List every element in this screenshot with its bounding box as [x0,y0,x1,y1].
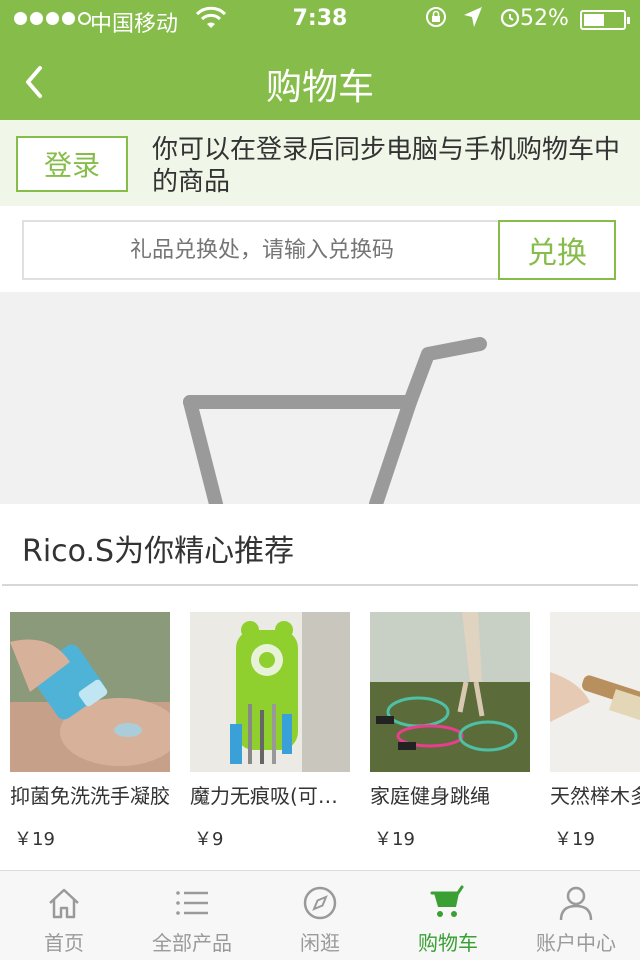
tab-label: 闲逛 [300,931,340,955]
product-price: ￥19 [554,829,595,850]
list-icon [176,891,208,915]
product-price: ￥19 [374,829,415,850]
product-image [370,612,530,772]
product-price: ￥19 [14,829,55,850]
login-button[interactable]: 登录 [16,136,128,192]
shopping-cart-icon [183,337,487,504]
redeem-code-input[interactable] [22,220,500,280]
status-bar: 中国移动 7:38 52% [0,0,640,40]
divider [2,584,638,586]
rotation-lock-icon [424,5,448,35]
alarm-icon [498,5,522,35]
product-card[interactable]: 天然榉木多用刷 ￥19 [550,612,640,852]
location-icon [462,5,484,35]
cart-icon [430,885,464,917]
tab-account[interactable]: 账户中心 [512,871,640,960]
battery-icon [580,10,630,30]
tab-browse[interactable]: 闲逛 [256,871,384,960]
product-card[interactable]: 家庭健身跳绳 ￥19 [370,612,530,852]
product-price: ￥9 [194,829,224,850]
battery-percent: 52% [520,6,569,31]
product-card[interactable]: 抑菌免洗洗手凝胶 ￥19 [10,612,170,852]
product-image [550,612,640,772]
redeem-bar: 兑换 [0,206,640,292]
tab-label: 全部产品 [152,931,232,955]
tab-home[interactable]: 首页 [0,871,128,960]
redeem-button[interactable]: 兑换 [498,220,616,280]
product-name: 魔力无痕吸(可挂挂钩) [190,784,350,808]
tab-cart[interactable]: 购物车 [384,871,512,960]
tab-label: 首页 [44,931,84,955]
login-banner: 登录 你可以在登录后同步电脑与手机购物车中的商品 [0,120,640,206]
product-card[interactable]: 魔力无痕吸(可挂挂钩) ￥9 [190,612,350,852]
tab-all-products[interactable]: 全部产品 [128,871,256,960]
tab-label: 账户中心 [536,931,616,955]
product-image [10,612,170,772]
product-name: 抑菌免洗洗手凝胶 [10,784,170,808]
page-title: 购物车 [265,67,374,108]
product-name: 家庭健身跳绳 [370,784,490,808]
home-icon [49,888,79,919]
product-name: 天然榉木多用刷 [550,784,640,808]
tab-bar: 首页 全部产品 闲逛 购物车 账户中心 [0,870,640,960]
recommend-section: Rico.S为你精心推荐 抑菌免洗洗手凝胶 ￥19 魔力无痕吸(可挂 ￥9 家庭… [0,504,640,870]
user-icon [559,886,593,921]
login-sync-message: 你可以在登录后同步电脑与手机购物车中的商品 [152,135,621,197]
empty-cart-area [0,292,640,504]
tab-label: 购物车 [418,931,478,955]
product-image [190,612,350,772]
top-bar: 中国移动 7:38 52% 购物车 [0,0,640,120]
recommend-title: Rico.S为你精心推荐 [22,534,295,569]
compass-icon [303,886,337,920]
recommend-list[interactable]: 抑菌免洗洗手凝胶 ￥19 魔力无痕吸(可挂 ￥9 家庭健身跳绳 ￥19 天然榉木… [10,612,640,852]
